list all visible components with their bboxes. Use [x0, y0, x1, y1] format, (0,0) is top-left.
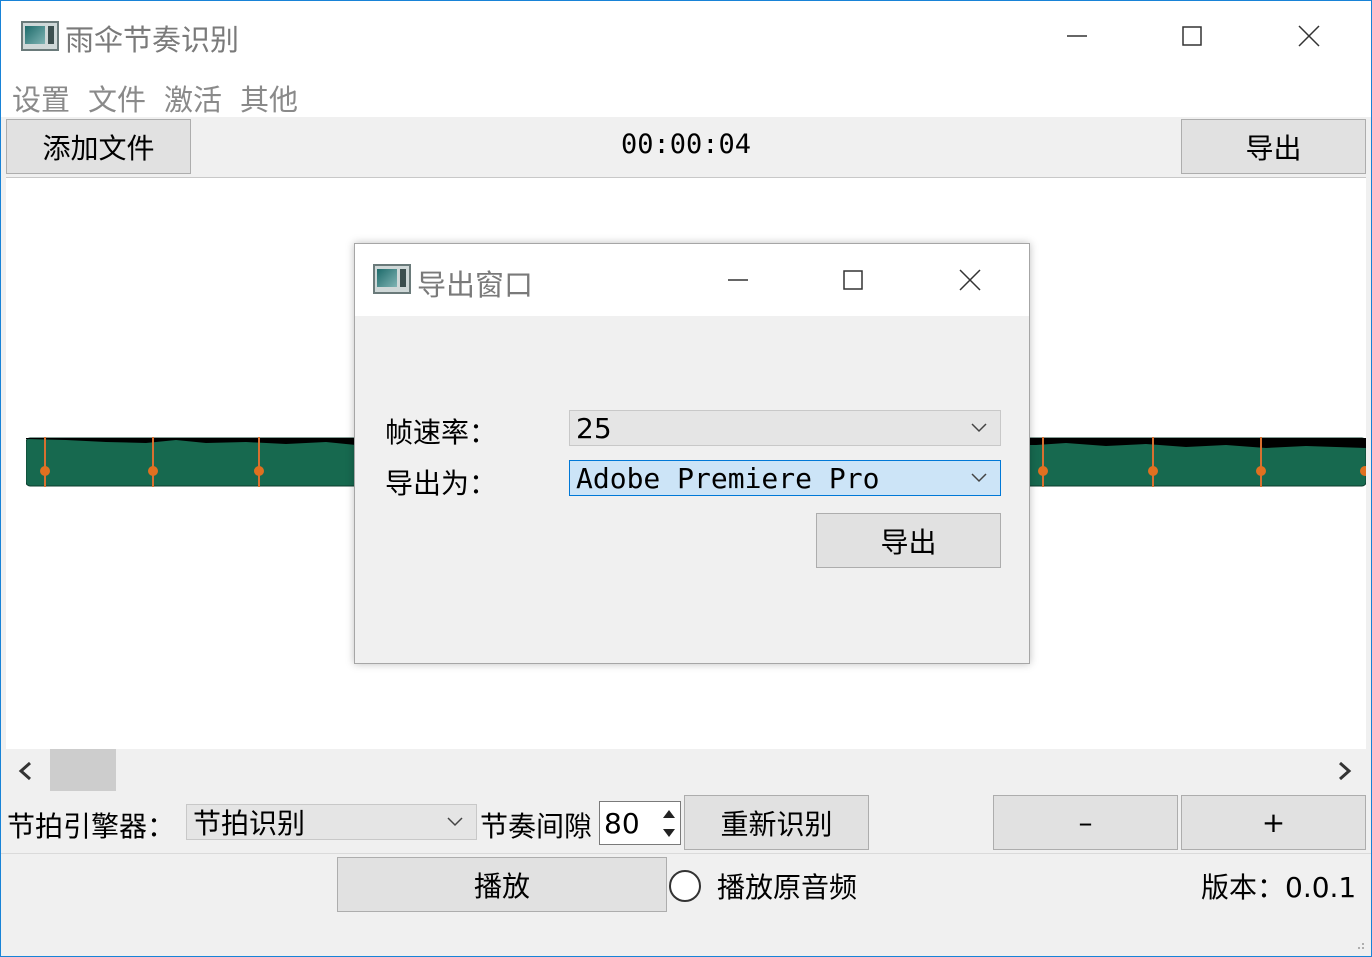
dialog-title: 导出窗口 — [417, 268, 534, 302]
maximize-button[interactable] — [1172, 16, 1212, 56]
chevron-down-icon — [447, 817, 463, 827]
dialog-export-button[interactable]: 导出 — [816, 513, 1001, 568]
chevron-down-icon — [971, 423, 987, 433]
control-row: 节拍引擎器： 节拍识别 节奏间隙 80 重新识别 – + — [1, 793, 1371, 853]
fps-label: 帧速率： — [385, 416, 498, 449]
resize-grip-icon[interactable] — [1355, 942, 1365, 952]
chevron-left-icon — [18, 761, 31, 781]
fps-value: 25 — [576, 411, 612, 445]
zoom-in-button[interactable]: + — [1181, 795, 1366, 850]
add-file-button[interactable]: 添加文件 — [6, 119, 191, 174]
spin-down-button[interactable] — [660, 823, 678, 842]
dialog-close-button[interactable] — [950, 260, 990, 300]
rhythm-gap-spinbox[interactable]: 80 — [599, 801, 681, 845]
menu-bar: 设置 文件 激活 其他 — [1, 71, 1371, 117]
export-format-select[interactable]: Adobe Premiere Pro — [569, 460, 1001, 496]
menu-activate[interactable]: 激活 — [164, 77, 222, 119]
close-button[interactable] — [1289, 16, 1329, 56]
beat-engine-label: 节拍引擎器： — [7, 810, 176, 843]
horizontal-scrollbar[interactable] — [6, 749, 1366, 791]
dialog-maximize-button[interactable] — [833, 260, 873, 300]
export-button[interactable]: 导出 — [1181, 119, 1366, 174]
play-button[interactable]: 播放 — [337, 857, 667, 912]
zoom-out-button[interactable]: – — [993, 795, 1178, 850]
playback-row: 播放 播放原音频 版本：0.0.1 — [1, 853, 1371, 956]
original-audio-radio[interactable] — [669, 870, 701, 902]
scroll-right-button[interactable] — [1330, 757, 1358, 785]
export-format-value: Adobe Premiere Pro — [576, 461, 880, 495]
beat-engine-select[interactable]: 节拍识别 — [186, 804, 477, 840]
export-dialog: 导出窗口 帧速率： 25 导出为： Adobe Premiere Pro 导出 — [354, 243, 1030, 664]
triangle-up-icon — [663, 809, 675, 818]
close-icon — [1298, 25, 1320, 47]
export-as-label: 导出为： — [385, 467, 498, 500]
rhythm-gap-value: 80 — [604, 806, 640, 840]
chevron-down-icon — [971, 473, 987, 483]
triangle-down-icon — [663, 828, 675, 837]
time-display: 00:00:04 — [620, 129, 752, 160]
rhythm-gap-label: 节奏间隙 — [480, 810, 593, 843]
recognize-button[interactable]: 重新识别 — [684, 795, 869, 850]
menu-settings[interactable]: 设置 — [12, 77, 70, 119]
minimize-icon — [728, 279, 748, 281]
version-label: 版本：0.0.1 — [1201, 871, 1357, 904]
menu-file[interactable]: 文件 — [88, 77, 146, 119]
minimize-icon — [1067, 35, 1087, 37]
toolbar: 添加文件 00:00:04 导出 — [1, 117, 1371, 177]
fps-select[interactable]: 25 — [569, 410, 1001, 446]
maximize-icon — [843, 270, 863, 290]
scroll-left-button[interactable] — [12, 757, 40, 785]
dialog-minimize-button[interactable] — [718, 260, 758, 300]
original-audio-label: 播放原音频 — [717, 871, 858, 904]
maximize-icon — [1182, 26, 1202, 46]
chevron-right-icon — [1339, 761, 1352, 781]
app-window-icon — [21, 21, 59, 51]
title-bar: 雨伞节奏识别 — [1, 1, 1371, 71]
window-title: 雨伞节奏识别 — [65, 23, 240, 57]
beat-engine-value: 节拍识别 — [193, 807, 306, 840]
scroll-thumb[interactable] — [50, 749, 116, 791]
minimize-button[interactable] — [1057, 16, 1097, 56]
dialog-window-icon — [373, 264, 411, 294]
menu-other[interactable]: 其他 — [240, 77, 298, 119]
close-icon — [959, 269, 981, 291]
dialog-title-bar: 导出窗口 — [355, 244, 1029, 316]
spin-up-button[interactable] — [660, 804, 678, 823]
